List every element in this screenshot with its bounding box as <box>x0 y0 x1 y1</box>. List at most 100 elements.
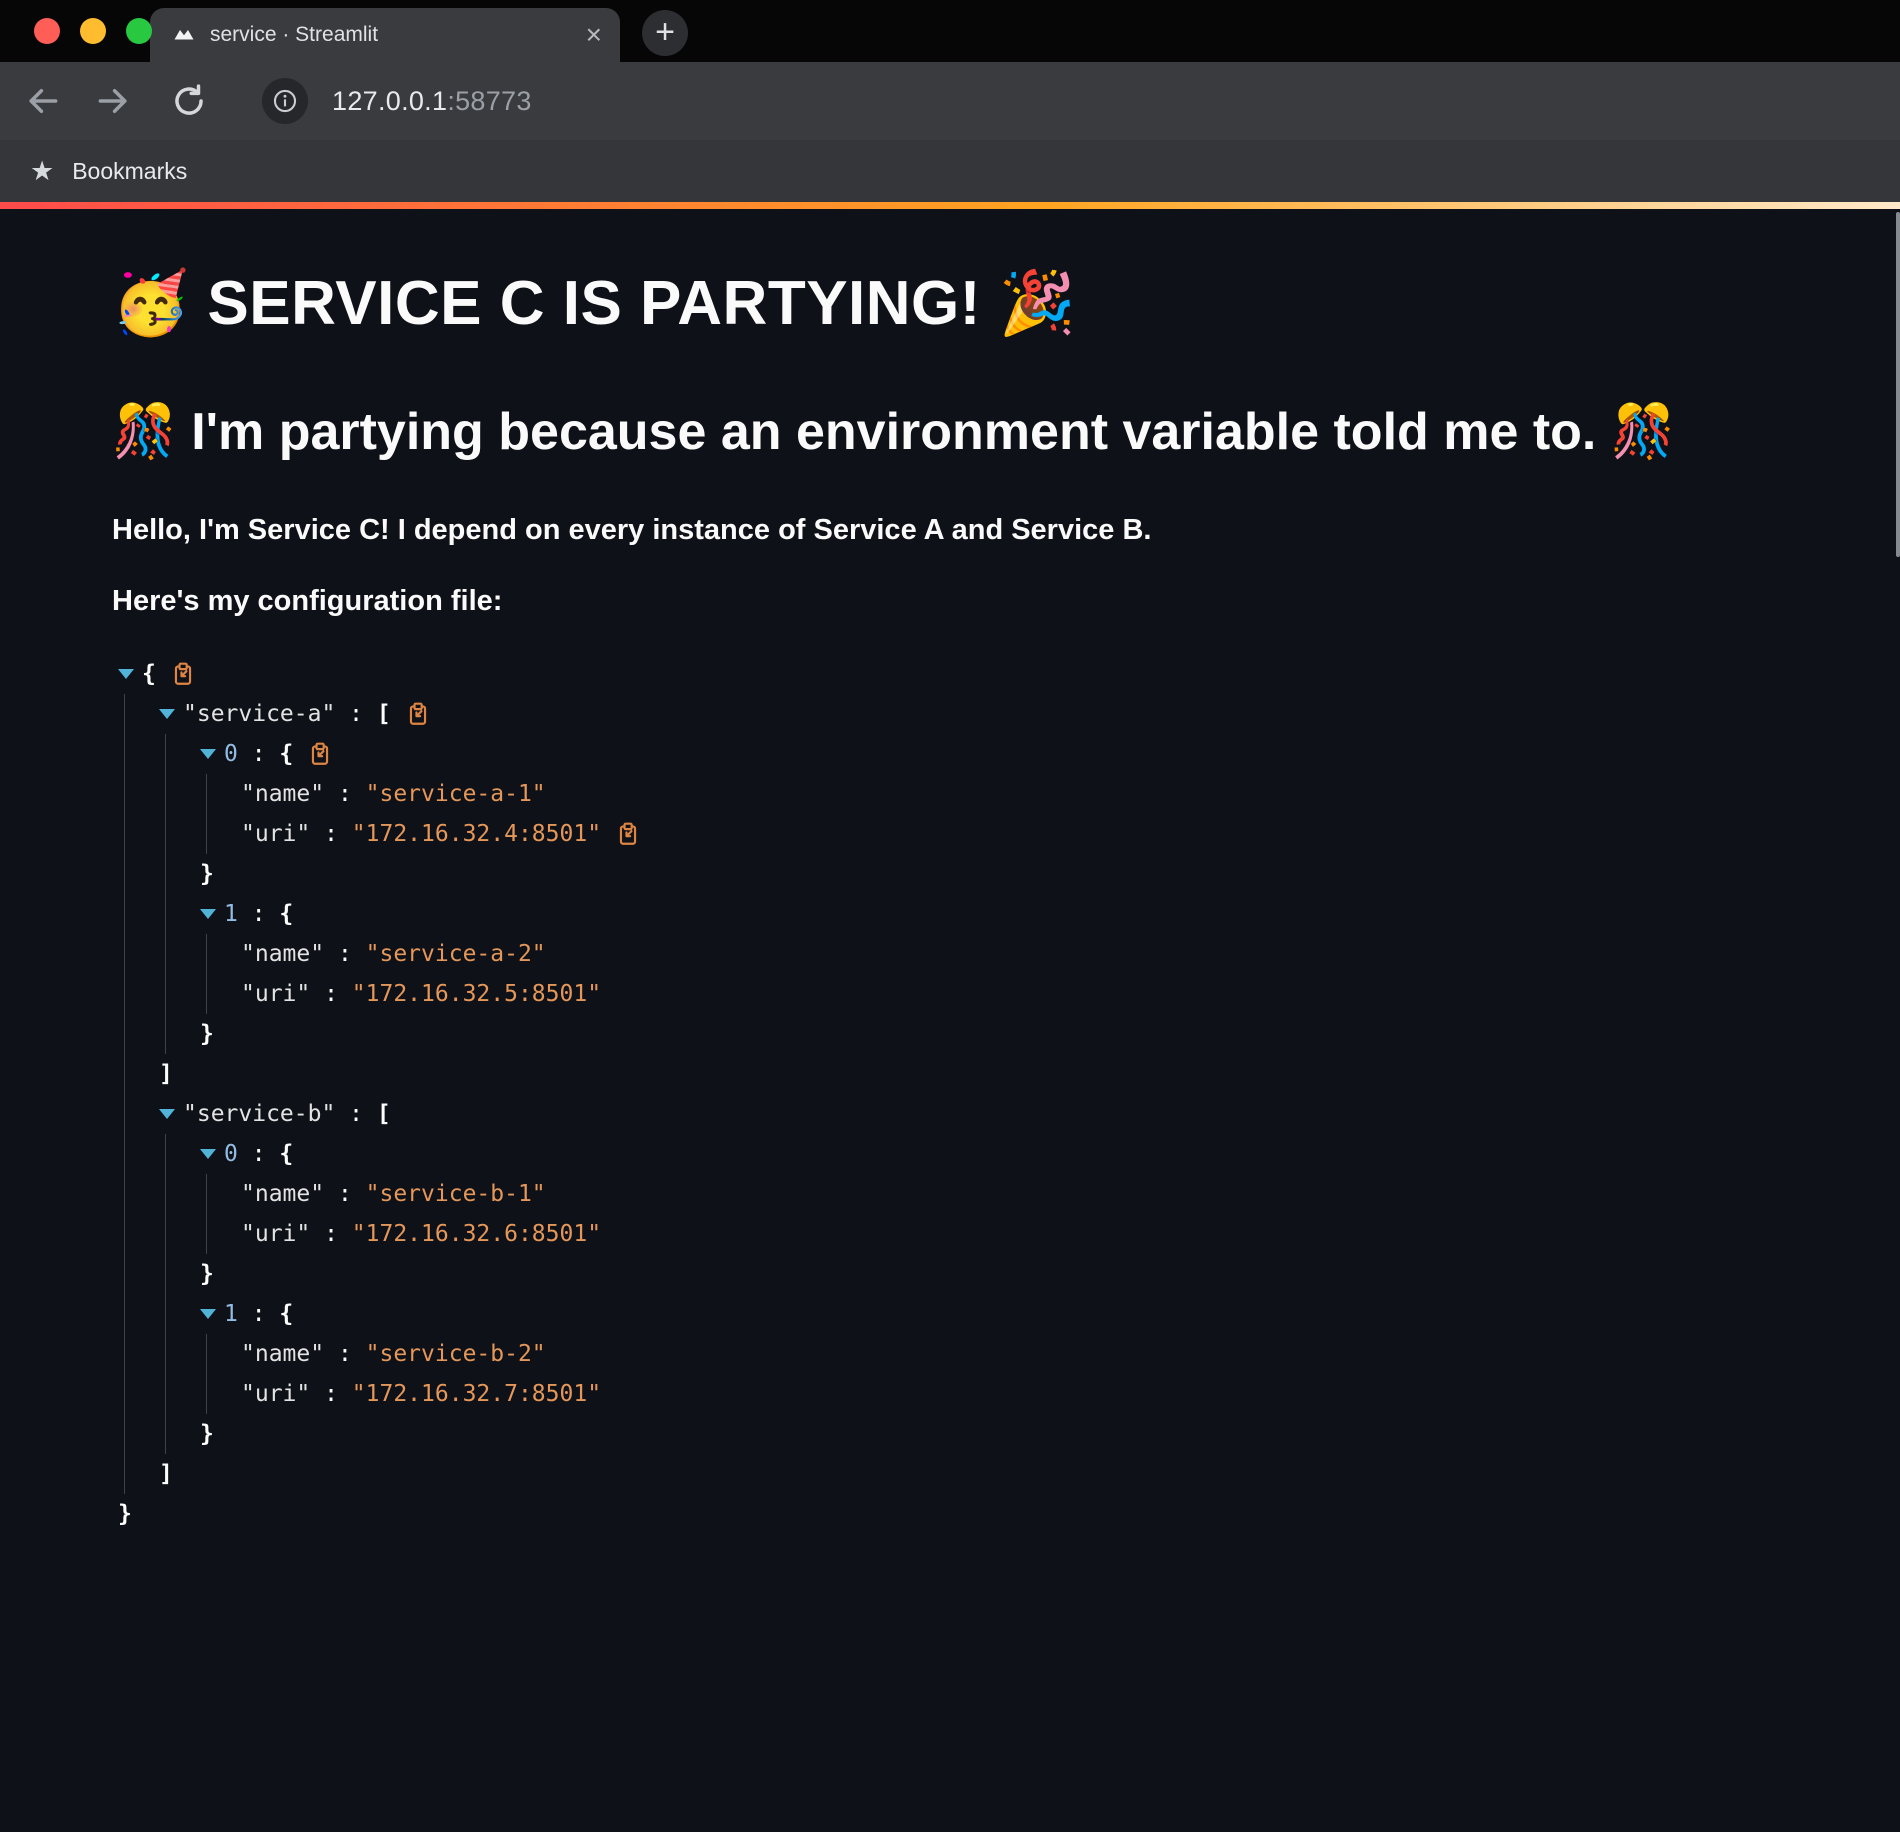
json-row: "service-a" : [ <box>159 694 1780 734</box>
titlebar: service · Streamlit × + <box>0 0 1900 62</box>
json-leaf-row: "uri" : "172.16.32.5:8501" <box>241 974 1780 1014</box>
bookmarks-label[interactable]: Bookmarks <box>72 158 187 185</box>
json-close-row: } <box>200 854 1780 894</box>
json-open-bracket: { <box>279 1141 293 1167</box>
json-colon: : <box>324 781 366 807</box>
json-array-index: 1 <box>224 1301 238 1327</box>
json-close-row: } <box>200 1014 1780 1054</box>
json-key: "name" <box>241 1341 324 1367</box>
reload-button-icon[interactable] <box>170 82 208 120</box>
collapse-caret-icon[interactable] <box>159 709 175 719</box>
json-leaf-row: "name" : "service-b-2" <box>241 1334 1780 1374</box>
copy-to-clipboard-icon[interactable] <box>170 661 196 687</box>
json-string-value: "172.16.32.5:8501" <box>352 981 601 1007</box>
copy-to-clipboard-icon[interactable] <box>307 741 333 767</box>
site-info-icon[interactable] <box>262 78 308 124</box>
browser-toolbar: 127.0.0.1:58773 <box>0 62 1900 140</box>
intro-text: Hello, I'm Service C! I depend on every … <box>112 514 1780 547</box>
close-window-button[interactable] <box>34 18 60 44</box>
json-open-bracket: { <box>279 901 293 927</box>
page-subtitle: 🎊 I'm partying because an environment va… <box>112 401 1780 463</box>
window-controls <box>34 18 152 44</box>
json-open-bracket: { <box>279 1301 293 1327</box>
json-colon: : <box>324 1181 366 1207</box>
copy-to-clipboard-icon[interactable] <box>405 701 431 727</box>
json-close-bracket: } <box>118 1501 132 1527</box>
url-host: 127.0.0.1 <box>332 86 447 116</box>
browser-window: service · Streamlit × + <box>0 0 1900 1832</box>
json-row: 1 : { <box>200 1294 1780 1334</box>
json-colon: : <box>310 821 352 847</box>
json-colon: : <box>238 741 280 767</box>
json-children: "name" : "service-a-2""uri" : "172.16.32… <box>206 934 1780 1014</box>
browser-tab[interactable]: service · Streamlit × <box>150 8 620 62</box>
json-key: "uri" <box>241 981 310 1007</box>
json-key: "name" <box>241 781 324 807</box>
json-key: "service-b" <box>183 1101 335 1127</box>
bookmarks-star-icon[interactable]: ★ <box>30 158 54 185</box>
json-colon: : <box>335 701 377 727</box>
json-key: "name" <box>241 941 324 967</box>
json-close-bracket: } <box>200 861 214 887</box>
collapse-caret-icon[interactable] <box>159 1109 175 1119</box>
json-children: 0 : {"name" : "service-b-1""uri" : "172.… <box>165 1134 1780 1454</box>
json-close-bracket: } <box>200 1261 214 1287</box>
minimize-window-button[interactable] <box>80 18 106 44</box>
json-leaf-row: "name" : "service-a-2" <box>241 934 1780 974</box>
json-node: "service-b" : [0 : {"name" : "service-b-… <box>159 1094 1780 1494</box>
json-string-value: "service-a-1" <box>366 781 546 807</box>
json-array-index: 0 <box>224 1141 238 1167</box>
json-open-bracket: { <box>279 741 293 767</box>
json-viewer: {"service-a" : [0 : {"name" : "service-a… <box>118 654 1780 1534</box>
collapse-caret-icon[interactable] <box>200 1149 216 1159</box>
json-colon: : <box>238 1141 280 1167</box>
json-leaf-row: "name" : "service-a-1" <box>241 774 1780 814</box>
json-key: "uri" <box>241 1221 310 1247</box>
json-close-bracket: } <box>200 1421 214 1447</box>
collapse-caret-icon[interactable] <box>118 669 134 679</box>
new-tab-button[interactable]: + <box>642 10 688 56</box>
json-close-bracket: ] <box>159 1061 173 1087</box>
json-string-value: "service-a-2" <box>366 941 546 967</box>
json-node: {"service-a" : [0 : {"name" : "service-a… <box>118 654 1780 1534</box>
json-row: { <box>118 654 1780 694</box>
close-tab-icon[interactable]: × <box>586 21 602 49</box>
json-close-bracket: } <box>200 1021 214 1047</box>
zoom-window-button[interactable] <box>126 18 152 44</box>
forward-button-icon[interactable] <box>94 82 132 120</box>
json-close-row: } <box>200 1254 1780 1294</box>
json-row: 0 : { <box>200 734 1780 774</box>
json-string-value: "172.16.32.6:8501" <box>352 1221 601 1247</box>
json-colon: : <box>310 1381 352 1407</box>
json-node: 1 : {"name" : "service-b-2""uri" : "172.… <box>200 1294 1780 1454</box>
json-open-bracket: { <box>142 661 156 687</box>
json-row: 0 : { <box>200 1134 1780 1174</box>
json-key: "name" <box>241 1181 324 1207</box>
json-colon: : <box>324 1341 366 1367</box>
json-array-index: 0 <box>224 741 238 767</box>
json-children: 0 : {"name" : "service-a-1""uri" : "172.… <box>165 734 1780 1054</box>
json-colon: : <box>324 941 366 967</box>
address-bar[interactable]: 127.0.0.1:58773 <box>262 78 532 124</box>
collapse-caret-icon[interactable] <box>200 1309 216 1319</box>
url-text[interactable]: 127.0.0.1:58773 <box>332 86 532 117</box>
app-main: 🥳 SERVICE C IS PARTYING! 🎉 🎊 I'm partyin… <box>0 209 1900 1832</box>
json-leaf-row: "name" : "service-b-1" <box>241 1174 1780 1214</box>
collapse-caret-icon[interactable] <box>200 909 216 919</box>
json-colon: : <box>310 1221 352 1247</box>
json-row: "service-b" : [ <box>159 1094 1780 1134</box>
json-close-row: } <box>118 1494 1780 1534</box>
json-children: "name" : "service-b-2""uri" : "172.16.32… <box>206 1334 1780 1414</box>
scrollbar-thumb[interactable] <box>1896 212 1900 557</box>
json-colon: : <box>310 981 352 1007</box>
json-array-index: 1 <box>224 901 238 927</box>
json-close-row: } <box>200 1414 1780 1454</box>
copy-to-clipboard-icon[interactable] <box>615 821 641 847</box>
json-children: "service-a" : [0 : {"name" : "service-a-… <box>124 694 1780 1494</box>
bookmarks-bar: ★ Bookmarks <box>0 140 1900 202</box>
json-key: "service-a" <box>183 701 335 727</box>
collapse-caret-icon[interactable] <box>200 749 216 759</box>
back-button-icon[interactable] <box>24 82 62 120</box>
json-string-value: "service-b-1" <box>366 1181 546 1207</box>
json-open-bracket: [ <box>377 701 391 727</box>
